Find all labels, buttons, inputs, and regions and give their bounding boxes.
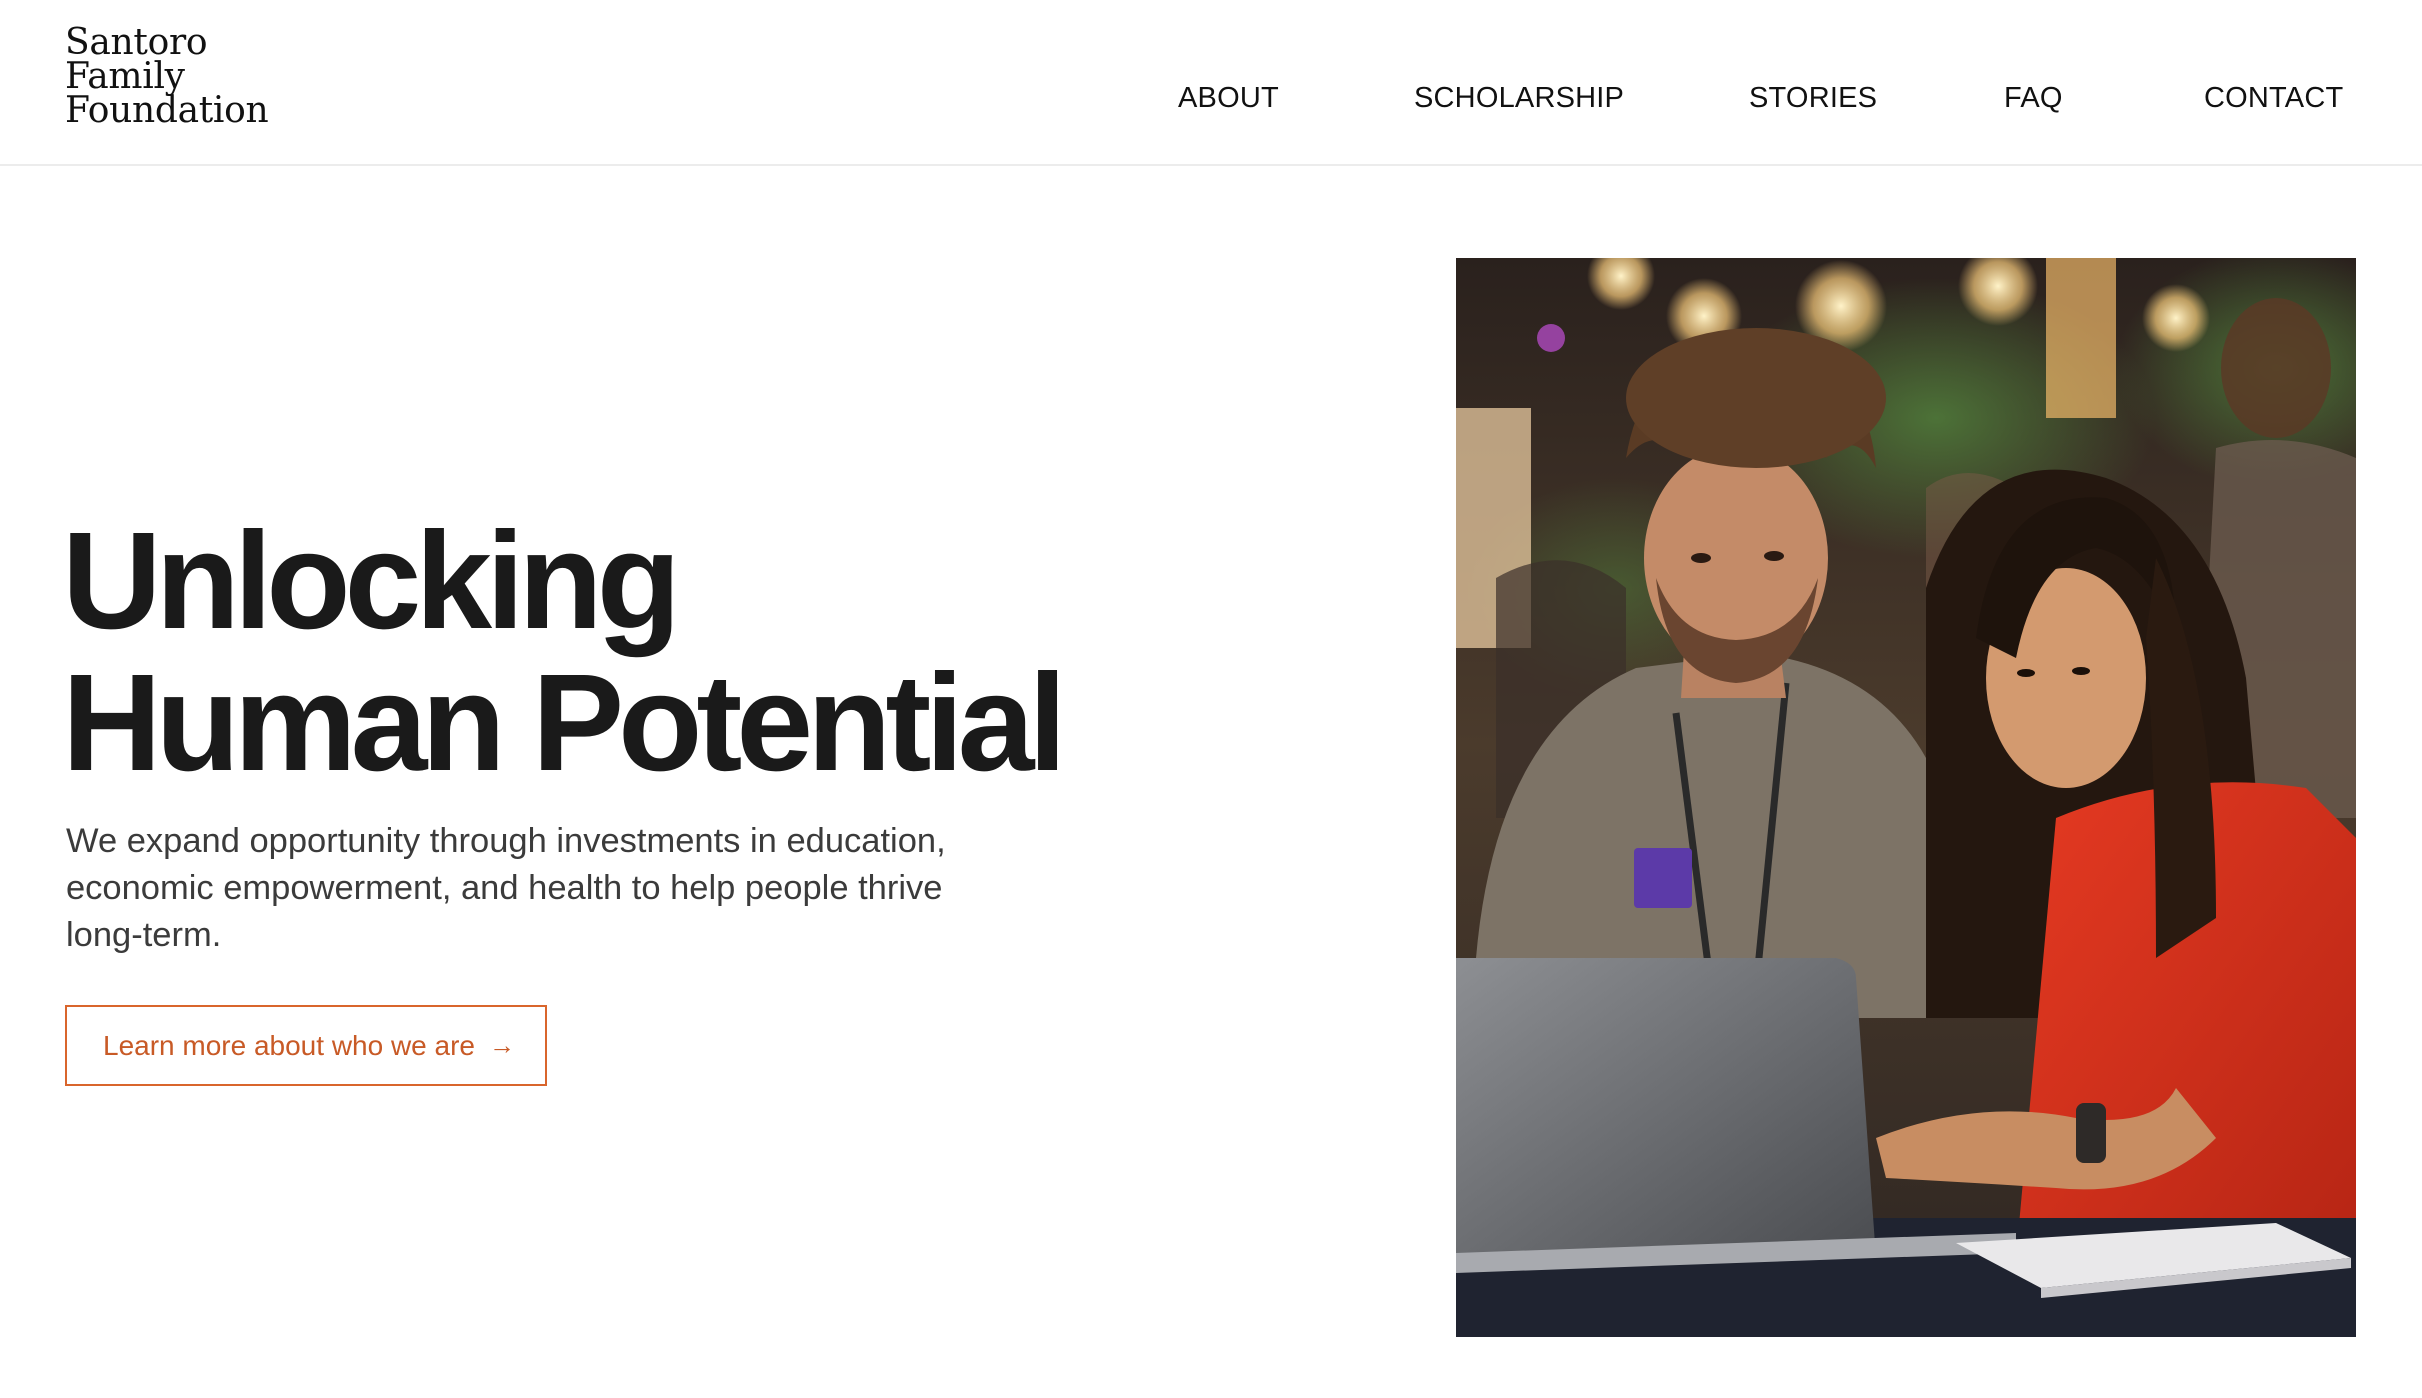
hero-photo	[1456, 258, 2356, 1337]
logo-line-1: Santoro	[65, 22, 208, 63]
nav-link-stories[interactable]: STORIES	[1749, 80, 1877, 116]
site-header: Santoro Family Foundation ABOUT SCHOLARS…	[0, 0, 2422, 166]
hero-title-line-1: Unlocking	[62, 504, 681, 658]
learn-more-label: Learn more about who we are	[103, 1029, 475, 1061]
main-nav: ABOUT SCHOLARSHIP STORIES FAQ CONTACT	[0, 80, 2422, 116]
nav-link-faq[interactable]: FAQ	[2004, 80, 2063, 116]
hero-title: Unlocking Human Potential	[62, 504, 1067, 800]
hero-title-line-2: Human Potential	[62, 646, 1067, 800]
nav-link-about[interactable]: ABOUT	[1178, 80, 1279, 116]
students-at-laptop-image	[1456, 258, 2356, 1337]
hero-subtitle: We expand opportunity through investment…	[66, 822, 946, 954]
arrow-right-icon: →	[489, 1030, 515, 1060]
learn-more-button[interactable]: Learn more about who we are →	[65, 1005, 547, 1086]
nav-link-contact[interactable]: CONTACT	[2204, 80, 2343, 116]
nav-link-scholarship[interactable]: SCHOLARSHIP	[1414, 80, 1624, 116]
